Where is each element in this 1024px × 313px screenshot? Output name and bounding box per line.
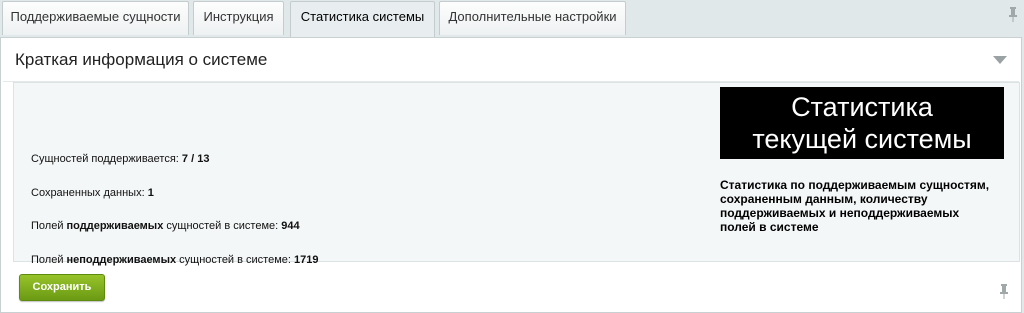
hint-heading-line: текущей системы [752, 124, 972, 154]
stat-supported-fields: Полей поддерживаемых сущностей в системе… [31, 220, 300, 232]
pin-icon[interactable] [999, 283, 1009, 304]
stat-label-emphasis: поддерживаемых [66, 220, 164, 232]
tab-supported-entities[interactable]: Поддерживаемые сущности [2, 1, 189, 35]
stat-value: 944 [281, 220, 300, 232]
stat-unsupported-fields: Полей неподдерживаемых сущностей в систе… [31, 254, 319, 266]
stat-label: Сущностей поддерживается: [31, 153, 179, 165]
pin-icon[interactable] [1008, 6, 1018, 27]
stat-supported-entities: Сущностей поддерживается: 7 / 13 [31, 153, 209, 165]
chevron-down-icon[interactable] [993, 56, 1007, 64]
tab-label: Инструкция [203, 9, 274, 24]
hint-heading-line: Статистика [791, 92, 933, 122]
stat-saved-data: Сохраненных данных: 1 [31, 187, 154, 199]
stat-value: 1 [147, 187, 154, 199]
tab-additional-settings[interactable]: Дополнительные настройки [439, 1, 626, 35]
stat-label-prefix: Полей [31, 254, 64, 266]
tab-label: Дополнительные настройки [448, 9, 617, 24]
tab-instructions[interactable]: Инструкция [193, 1, 284, 35]
stat-label-emphasis: неподдерживаемых [66, 254, 177, 266]
tab-label: Поддерживаемые сущности [10, 9, 181, 24]
system-info-panel: Краткая информация о системе Сущностей п… [0, 37, 1022, 313]
panel-title: Краткая информация о системе [15, 50, 268, 69]
stat-label-suffix: сущностей в системе: [179, 254, 291, 266]
stat-value: 1719 [294, 254, 319, 266]
tab-bar: Поддерживаемые сущности Инструкция Стати… [0, 0, 1024, 38]
stat-value: 7 / 13 [181, 153, 210, 165]
stat-label: Сохраненных данных: [31, 187, 145, 199]
hint-heading: Статистика текущей системы [720, 87, 1004, 159]
tab-label: Статистика системы [300, 9, 425, 24]
stat-label-suffix: сущностей в системе: [166, 220, 279, 232]
tab-system-statistics[interactable]: Статистика системы [290, 1, 435, 38]
hint-description: Статистика по поддерживаемым сущностям, … [720, 178, 990, 234]
stat-label-prefix: Полей [31, 220, 64, 232]
stats-box: Сущностей поддерживается: 7 / 13 Сохране… [13, 82, 1020, 266]
save-button[interactable]: Сохранить [19, 274, 105, 301]
